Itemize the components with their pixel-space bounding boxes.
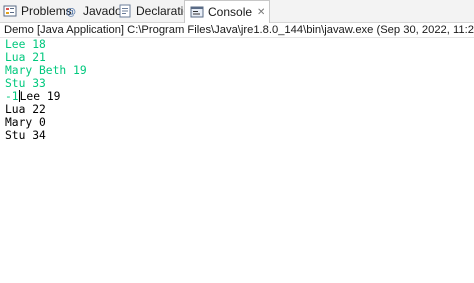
- console-input-line: Stu 33: [5, 77, 46, 90]
- console-output-fragment: Lee 19: [19, 90, 61, 103]
- console-icon: [189, 4, 205, 20]
- console-input-line: Mary Beth 19: [5, 64, 87, 77]
- tab-problems[interactable]: Problems: [2, 0, 72, 22]
- close-icon[interactable]: ✕: [257, 7, 265, 18]
- console-input-line: Lee 18: [5, 38, 46, 51]
- console-input-fragment: -1: [5, 90, 19, 103]
- problems-icon: [2, 3, 18, 19]
- console-mixed-line: -1Lee 19: [5, 90, 474, 103]
- console-view: Problems @ Javadoc Declaration Console ✕…: [0, 0, 474, 283]
- javadoc-icon: @: [64, 3, 80, 19]
- view-tab-bar: Problems @ Javadoc Declaration Console ✕: [0, 0, 474, 23]
- tab-label: Console: [208, 5, 253, 19]
- declaration-icon: [117, 3, 133, 19]
- svg-text:@: @: [66, 7, 76, 18]
- tab-console[interactable]: Console ✕: [184, 0, 271, 23]
- console-output-line: Stu 34: [5, 129, 46, 142]
- console-output-line: Lua 22: [5, 103, 46, 116]
- console-output-line: Mary 0: [5, 116, 46, 129]
- console-input-line: Lua 21: [5, 51, 46, 64]
- launch-status-line: Demo [Java Application] C:\Program Files…: [0, 23, 474, 38]
- console-output[interactable]: Lee 18 Lua 21 Mary Beth 19 Stu 33 -1Lee …: [0, 38, 474, 283]
